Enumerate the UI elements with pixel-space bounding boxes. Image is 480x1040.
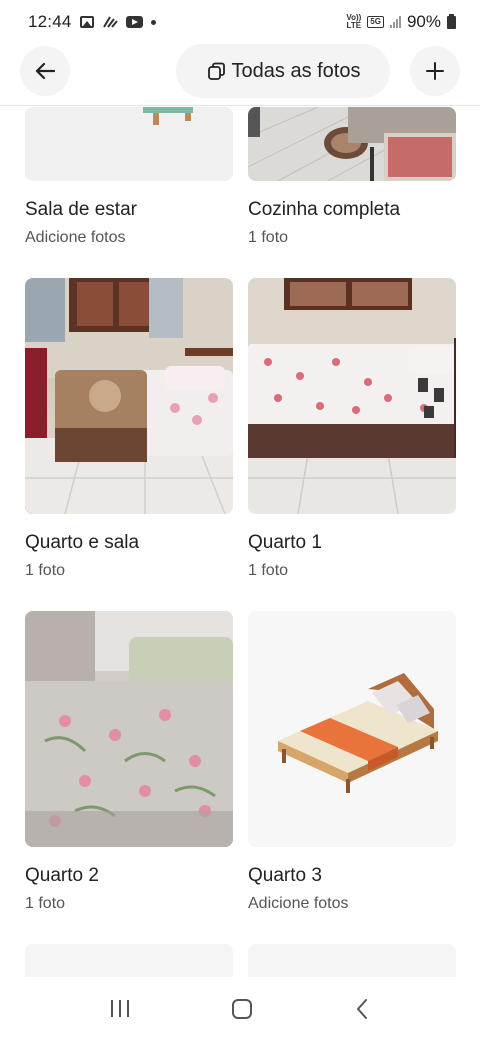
room-name: Quarto 1: [248, 532, 322, 553]
kitchen-photo: [248, 107, 456, 181]
plus-icon: [426, 62, 444, 80]
youtube-icon: [125, 16, 143, 28]
system-nav-bar: [0, 977, 480, 1040]
add-photo-button[interactable]: [410, 46, 460, 96]
bedroom-photo: [25, 611, 233, 847]
bedroom-photo: [248, 278, 456, 514]
recents-icon[interactable]: [111, 1000, 130, 1017]
room-thumbnail[interactable]: [248, 107, 456, 181]
room-photo-status: 1 foto: [25, 562, 66, 579]
room-thumbnail[interactable]: [25, 611, 233, 847]
home-icon[interactable]: [231, 998, 252, 1019]
room-thumbnail[interactable]: [248, 278, 456, 514]
room-photo-status: 1 foto: [248, 229, 289, 246]
bedroom-photo: [25, 278, 233, 514]
status-time: 12:44: [28, 12, 72, 31]
arrow-left-icon: [35, 62, 55, 80]
room-thumbnail[interactable]: [248, 944, 456, 977]
status-left: 12:44: [28, 12, 156, 32]
room-name: Quarto 3: [248, 865, 322, 886]
room-card[interactable]: Quarto 1 1 foto: [248, 278, 456, 580]
room-thumbnail[interactable]: [25, 278, 233, 514]
room-card[interactable]: Cozinha completa 1 foto: [248, 107, 456, 247]
photos-stack-icon: [207, 62, 225, 80]
room-photo-status: Adicione fotos: [248, 895, 349, 912]
nav-back-icon[interactable]: [355, 998, 369, 1020]
back-button[interactable]: [20, 46, 70, 96]
room-card[interactable]: Quarto e sala 1 foto: [25, 278, 233, 580]
room-card[interactable]: Quarto 2 1 foto: [25, 611, 233, 913]
network-gen-label: 5G: [370, 17, 381, 26]
battery-percent: 90%: [406, 12, 441, 31]
top-app-bar: Todas as fotos: [0, 44, 480, 106]
room-card[interactable]: Sala de estar Adicione fotos: [25, 107, 233, 247]
room-card[interactable]: [248, 944, 456, 977]
room-photo-status: 1 foto: [25, 895, 66, 912]
room-photo-status: Adicione fotos: [25, 229, 126, 246]
battery-icon: [447, 13, 456, 29]
notification-app-icon: [102, 16, 118, 28]
page-title: Todas as fotos: [231, 59, 361, 82]
all-photos-button[interactable]: Todas as fotos: [176, 44, 390, 98]
room-name: Cozinha completa: [248, 199, 401, 220]
volte-indicator: Vo)) LTE: [346, 14, 361, 30]
room-thumbnail[interactable]: [248, 611, 456, 847]
status-right: Vo)) LTE 5G 90%: [346, 12, 456, 32]
volte-bottom-label: LTE: [346, 21, 362, 30]
sofa-illustration: [143, 107, 193, 125]
room-name: Quarto e sala: [25, 532, 140, 553]
more-notifications-dot-icon: [150, 19, 156, 25]
room-name: Quarto 2: [25, 865, 99, 886]
status-bar: 12:44 Vo)) LTE 5G 90%: [0, 0, 480, 44]
room-card[interactable]: [25, 944, 233, 977]
room-thumbnail[interactable]: [25, 944, 233, 977]
signal-icon: [389, 16, 401, 28]
room-thumbnail[interactable]: [25, 107, 233, 181]
room-photo-status: 1 foto: [248, 562, 289, 579]
rooms-grid: Sala de estar Adicione fotos Cozinha com…: [0, 107, 480, 977]
bed-illustration: [278, 673, 438, 793]
network-gen-indicator: 5G: [367, 16, 384, 28]
room-name: Sala de estar: [25, 199, 137, 220]
gallery-icon: [79, 16, 94, 28]
room-card[interactable]: Quarto 3 Adicione fotos: [248, 611, 456, 913]
